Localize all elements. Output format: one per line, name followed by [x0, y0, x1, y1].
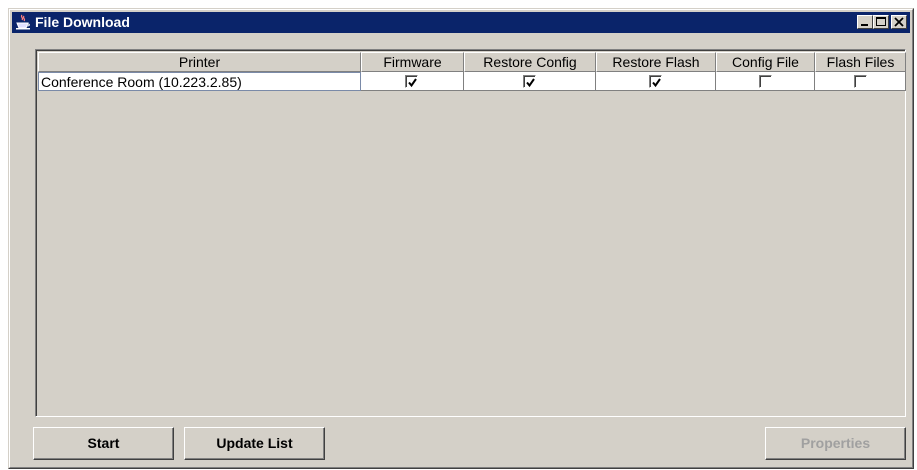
download-table[interactable]: Printer Firmware Restore Config Restore … [35, 49, 906, 417]
column-header-config-file[interactable]: Config File [716, 52, 815, 72]
minimize-icon [861, 24, 868, 26]
printer-cell[interactable]: Conference Room (10.223.2.85) [38, 72, 361, 91]
window-title: File Download [35, 14, 130, 30]
column-header-firmware[interactable]: Firmware [361, 52, 464, 72]
column-header-flash-files[interactable]: Flash Files [815, 52, 906, 72]
properties-button[interactable]: Properties [765, 427, 906, 460]
config-file-checkbox[interactable] [759, 75, 772, 88]
restore-config-cell [464, 72, 596, 91]
minimize-button[interactable] [857, 15, 873, 29]
start-button[interactable]: Start [33, 427, 174, 460]
column-header-restore-config[interactable]: Restore Config [464, 52, 596, 72]
table-viewport: Printer Firmware Restore Config Restore … [36, 50, 906, 416]
restore-flash-cell [596, 72, 716, 91]
title-bar[interactable]: File Download [12, 12, 910, 33]
column-header-printer[interactable]: Printer [38, 52, 361, 72]
restore-config-checkbox[interactable] [523, 75, 536, 88]
column-header-restore-flash[interactable]: Restore Flash [596, 52, 716, 72]
checkmark-icon [408, 78, 417, 88]
checkmark-icon [652, 78, 661, 88]
file-download-window: File Download Printer Firmware Restore C… [8, 8, 914, 469]
flash-files-cell [815, 72, 906, 91]
close-button[interactable] [891, 15, 907, 29]
firmware-cell [361, 72, 464, 91]
update-list-button[interactable]: Update List [184, 427, 325, 460]
config-file-cell [716, 72, 815, 91]
restore-flash-checkbox[interactable] [649, 75, 662, 88]
table-row[interactable]: Conference Room (10.223.2.85) [38, 72, 906, 91]
maximize-button[interactable] [873, 15, 889, 29]
firmware-checkbox[interactable] [405, 75, 418, 88]
checkmark-icon [526, 78, 535, 88]
close-icon [894, 17, 904, 27]
java-coffee-cup-icon [16, 14, 30, 30]
flash-files-checkbox[interactable] [854, 75, 867, 88]
maximize-icon [876, 17, 886, 26]
